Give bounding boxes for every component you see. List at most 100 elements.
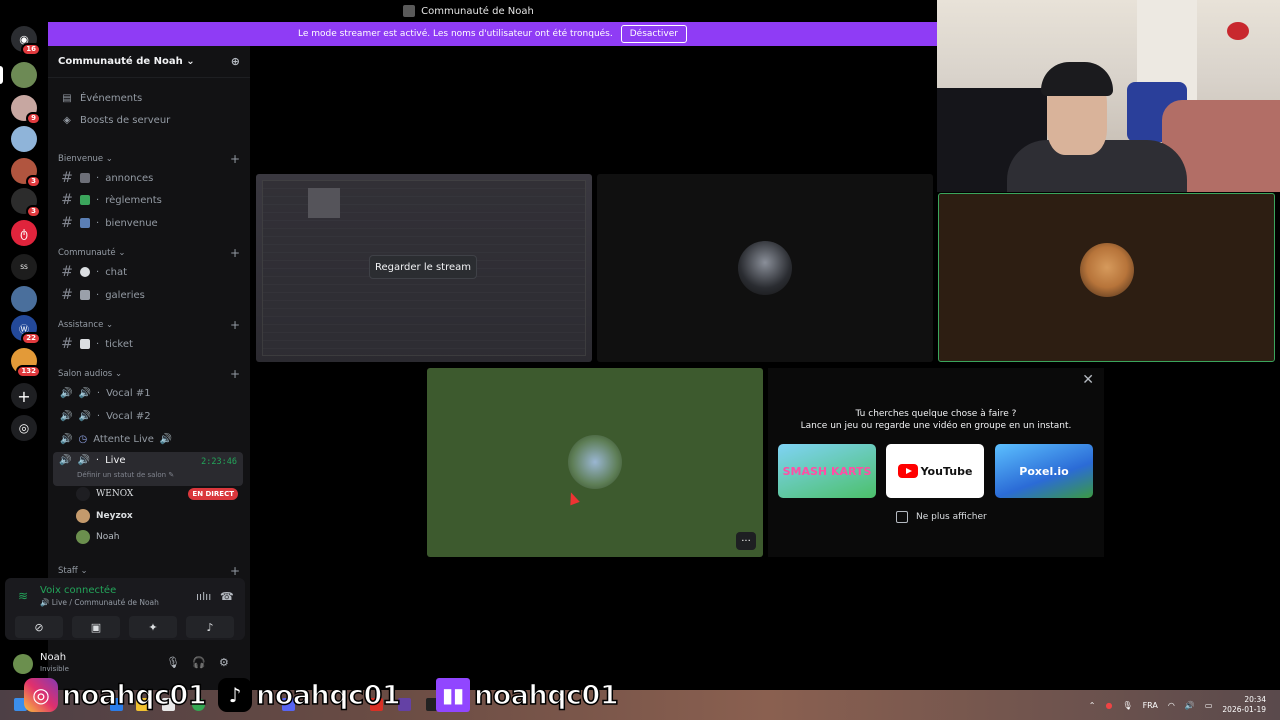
- volume-icon[interactable]: 🔊: [1185, 701, 1195, 710]
- server-icon[interactable]: [11, 126, 37, 152]
- server-name: Communauté de Noah: [58, 56, 183, 67]
- activity-youtube[interactable]: YouTube: [886, 444, 984, 498]
- server-icon[interactable]: 9: [11, 95, 41, 125]
- channel-live[interactable]: 🔊 🔊 · Live 2:23:46 Définir un statut de s…: [53, 452, 243, 486]
- camera-off-icon: ⊘: [34, 620, 44, 634]
- badge: 3: [26, 205, 41, 218]
- megaphone-icon: [80, 173, 90, 183]
- add-channel-icon[interactable]: +: [230, 152, 240, 166]
- add-channel-icon[interactable]: +: [230, 564, 240, 578]
- channel-status-prompt[interactable]: Définir un statut de salon ✎: [77, 471, 174, 479]
- invite-user-icon[interactable]: ⊕: [231, 55, 240, 68]
- channel-vocal-2[interactable]: 🔊 🔊 · Vocal #2: [56, 406, 242, 426]
- soundboard-button[interactable]: ♪: [186, 616, 234, 638]
- add-channel-icon[interactable]: +: [230, 318, 240, 332]
- badge: 9: [26, 112, 41, 125]
- voice-channel-info[interactable]: 🔊 Live / Communauté de Noah: [40, 598, 159, 607]
- channel-attente-live[interactable]: 🔊 ◷ Attente Live 🔊: [56, 429, 242, 449]
- screen-share-button[interactable]: ▣: [72, 616, 120, 638]
- voice-user-neyzox[interactable]: Neyzox: [76, 507, 133, 525]
- activity-poxel[interactable]: Poxel.io: [995, 444, 1093, 498]
- add-channel-icon[interactable]: +: [230, 246, 240, 260]
- close-icon[interactable]: ✕: [1082, 372, 1094, 388]
- voice-status-title[interactable]: Voix connectée: [40, 585, 116, 596]
- instagram-icon: ◎: [24, 678, 58, 712]
- noise-suppression-icon[interactable]: ıılıı: [196, 590, 211, 603]
- disconnect-icon[interactable]: ☎: [220, 590, 234, 603]
- hash-icon: #: [61, 215, 73, 231]
- hash-icon: #: [61, 170, 73, 186]
- channel-annonces[interactable]: # · annonces: [56, 168, 242, 188]
- participant-tile[interactable]: ···: [427, 368, 763, 557]
- activities-button[interactable]: ✦: [129, 616, 177, 638]
- signal-icon[interactable]: ≋: [18, 589, 28, 603]
- server-icon[interactable]: ტ: [11, 220, 37, 246]
- participant-tile-speaking[interactable]: [938, 193, 1275, 362]
- voice-user-noah[interactable]: Noah: [76, 528, 119, 546]
- calendar-icon: ▤: [62, 92, 72, 104]
- stream-tile[interactable]: Regarder le stream: [256, 174, 592, 362]
- disable-streamer-mode-button[interactable]: Désactiver: [620, 25, 687, 43]
- gear-icon[interactable]: ⚙: [219, 656, 229, 669]
- sidebar-item-events[interactable]: ▤ Événements: [56, 88, 242, 108]
- more-options-button[interactable]: ···: [736, 532, 756, 550]
- webcam-overlay: [937, 0, 1280, 192]
- hash-icon: #: [61, 192, 73, 208]
- headphones-icon[interactable]: 🎧: [192, 656, 206, 669]
- activity-label: Poxel.io: [1019, 464, 1069, 478]
- server-header[interactable]: Communauté de Noah ⌄ ⊕: [48, 46, 250, 78]
- server-icon[interactable]: [11, 286, 37, 312]
- activity-smash-karts[interactable]: SMASH KARTS: [778, 444, 876, 498]
- speaker-icon: 🔊: [159, 433, 173, 445]
- dont-show-again-checkbox[interactable]: Ne plus afficher: [896, 511, 987, 523]
- microphone-icon[interactable]: 🎙: [1122, 701, 1132, 710]
- activities-icon: ✦: [148, 620, 158, 634]
- discover-icon[interactable]: ◎: [11, 415, 37, 441]
- category-bienvenue[interactable]: Bienvenue ⌄ +: [58, 152, 240, 166]
- speaker-icon: 🔊: [78, 387, 91, 399]
- channel-chat[interactable]: # · chat: [56, 262, 242, 282]
- add-server-icon[interactable]: +: [11, 383, 37, 409]
- server-icon[interactable]: Ⓦ 22: [11, 315, 41, 345]
- add-channel-icon[interactable]: +: [230, 367, 240, 381]
- tray-app-icon[interactable]: ●: [1105, 701, 1112, 710]
- participant-tile[interactable]: [597, 174, 933, 362]
- wifi-icon[interactable]: ◠: [1168, 701, 1175, 710]
- photo-icon: [80, 290, 90, 300]
- voice-user-wenox[interactable]: WENOX: [76, 485, 133, 503]
- server-icon[interactable]: 3: [11, 188, 41, 218]
- clock-date: 2026-01-19: [1222, 705, 1266, 714]
- category-salon-audios[interactable]: Salon audios ⌄ +: [58, 367, 240, 381]
- tiktok-icon: ♪: [218, 678, 252, 712]
- watch-stream-button[interactable]: Regarder le stream: [369, 255, 477, 279]
- microphone-icon[interactable]: 🎙: [166, 656, 180, 669]
- chevron-up-icon[interactable]: ⌃: [1089, 701, 1096, 710]
- speaker-icon: 🔊: [60, 410, 73, 422]
- speaker-icon: 🔊: [60, 387, 73, 399]
- server-icon[interactable]: [11, 62, 37, 88]
- username[interactable]: Noah: [40, 652, 66, 663]
- discord-home-icon[interactable]: ◉ 16: [11, 26, 41, 56]
- camera-off-button[interactable]: ⊘: [15, 616, 63, 638]
- channel-galeries[interactable]: # · galeries: [56, 285, 242, 305]
- category-communaute[interactable]: Communauté ⌄ +: [58, 246, 240, 260]
- avatar[interactable]: [13, 654, 33, 674]
- channel-reglements[interactable]: # · règlements: [56, 190, 242, 210]
- category-assistance[interactable]: Assistance ⌄ +: [58, 318, 240, 332]
- checkbox-label: Ne plus afficher: [916, 512, 987, 522]
- clock[interactable]: 20:34 2026-01-19: [1222, 695, 1266, 715]
- window-title: Communauté de Noah: [421, 5, 534, 17]
- server-icon[interactable]: SS: [11, 254, 37, 280]
- server-icon[interactable]: 3: [11, 158, 41, 188]
- channel-ticket[interactable]: # · ticket: [56, 334, 242, 354]
- language-indicator[interactable]: FRA: [1143, 701, 1158, 710]
- app-icon: [403, 5, 416, 17]
- sidebar-item-boosts[interactable]: ◈ Boosts de serveur: [56, 110, 242, 130]
- channel-bienvenue[interactable]: # · bienvenue: [56, 213, 242, 233]
- server-icon[interactable]: 132: [11, 348, 41, 378]
- category-staff[interactable]: Staff ⌄ +: [58, 564, 240, 578]
- battery-icon[interactable]: ▭: [1205, 701, 1213, 710]
- channel-vocal-1[interactable]: 🔊 🔊 · Vocal #1: [56, 383, 242, 403]
- checkbox-icon[interactable]: [896, 511, 908, 523]
- social-overlay: ◎ noahqc01 ♪ noahqc01 ▮▮ noahqc01: [0, 672, 700, 720]
